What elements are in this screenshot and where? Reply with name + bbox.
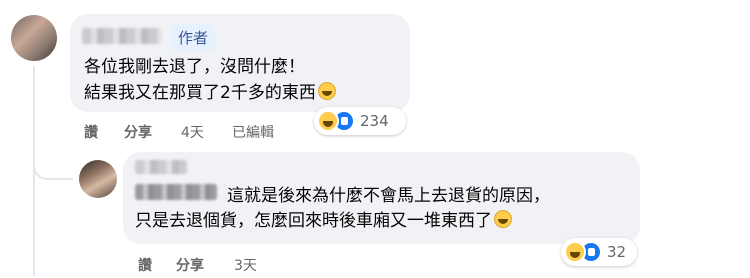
reaction-count: 234 — [360, 112, 389, 130]
sweat-smile-emoji-icon — [494, 210, 512, 228]
comment-text-line: 各位我剛去退了，沒問什麼！ — [84, 57, 305, 77]
avatar[interactable] — [79, 160, 117, 198]
haha-icon — [564, 241, 586, 263]
reply-text-line: 只是去退個貨，怎麼回來時後車廂又一堆東西了 — [135, 208, 512, 234]
reaction-count: 32 — [607, 243, 627, 261]
reactions-summary[interactable]: 32 — [561, 238, 637, 266]
comment-text-line: 結果我又在那買了2千多的東西 — [84, 80, 336, 106]
timestamp-link[interactable]: 4天 — [181, 122, 204, 142]
rolling-laughing-emoji-icon — [317, 82, 336, 100]
avatar[interactable] — [11, 15, 57, 61]
comment-thread: 作者 各位我剛去退了，沒問什麼！ 結果我又在那買了2千多的東西 讚 分享 4天 … — [0, 0, 750, 278]
reply-text-line: 這就是後來為什麼不會馬上去退貨的原因， — [227, 186, 550, 206]
edited-label[interactable]: 已編輯 — [232, 122, 274, 142]
reply-author-name-redacted[interactable] — [135, 160, 187, 174]
author-badge: 作者 — [171, 24, 216, 51]
comment-text-content: 結果我又在那買了2千多的東西 — [84, 83, 316, 103]
timestamp-link[interactable]: 3天 — [234, 255, 257, 275]
reply-text-content: 只是去退個貨，怎麼回來時後車廂又一堆東西了 — [135, 211, 492, 231]
author-name-redacted[interactable] — [82, 28, 162, 44]
share-button[interactable]: 分享 — [176, 255, 204, 275]
reply-mention-redacted[interactable] — [135, 184, 217, 200]
thread-reply-branch — [33, 150, 73, 180]
like-button[interactable]: 讚 — [138, 255, 152, 275]
reactions-summary[interactable]: 234 — [314, 107, 406, 135]
share-button[interactable]: 分享 — [124, 122, 152, 142]
like-button[interactable]: 讚 — [84, 122, 98, 142]
haha-icon — [317, 110, 339, 132]
